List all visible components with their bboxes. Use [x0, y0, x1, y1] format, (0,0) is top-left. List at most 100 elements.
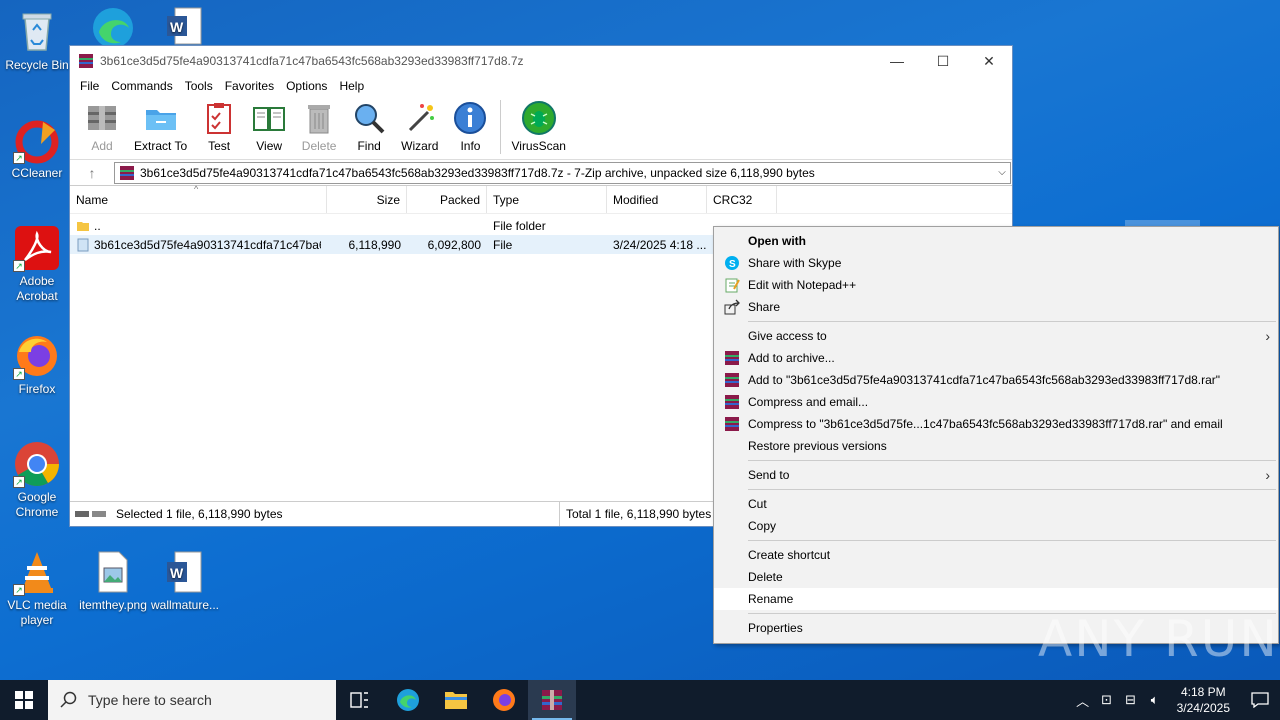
context-menu: Open with S Share with Skype Edit with N…: [713, 226, 1279, 644]
menu-item-share-skype[interactable]: S Share with Skype: [714, 252, 1278, 274]
menu-item-share[interactable]: Share: [714, 296, 1278, 318]
menu-item-compress-rar-email[interactable]: Compress to "3b61ce3d5d75fe...1c47ba6543…: [714, 413, 1278, 435]
menu-separator: [748, 460, 1276, 461]
virus-scan-icon: [521, 101, 556, 135]
archive-icon: [120, 165, 134, 180]
acrobat-icon: ↗: [13, 224, 61, 272]
desktop-icon-google-chrome[interactable]: ↗ Google Chrome: [0, 440, 74, 520]
column-packed[interactable]: Packed: [407, 186, 487, 213]
taskbar-search[interactable]: Type here to search: [48, 680, 336, 720]
menu-item-add-to-rar[interactable]: Add to "3b61ce3d5d75fe4a90313741cdfa71c4…: [714, 369, 1278, 391]
desktop-icon-label: CCleaner: [11, 166, 63, 180]
notifications-button[interactable]: [1240, 692, 1280, 708]
title-bar[interactable]: 3b61ce3d5d75fe4a90313741cdfa71c47ba6543f…: [70, 46, 1012, 76]
extract-to-button[interactable]: Extract To: [134, 96, 187, 153]
menu-commands[interactable]: Commands: [105, 79, 178, 93]
info-button[interactable]: Info: [452, 96, 488, 153]
menu-item-cut[interactable]: Cut: [714, 493, 1278, 515]
task-view-button[interactable]: [336, 680, 384, 720]
column-type[interactable]: Type: [487, 186, 607, 213]
path-text: 3b61ce3d5d75fe4a90313741cdfa71c47ba6543f…: [140, 165, 815, 180]
watermark: ANY RUN: [1038, 610, 1279, 668]
desktop-icon-itemthey-png[interactable]: itemthey.png: [76, 548, 150, 613]
device-icon[interactable]: ⊡: [1095, 692, 1119, 708]
minimize-button[interactable]: —: [874, 46, 920, 76]
desktop-icon-vlc[interactable]: ↗ VLC media player: [0, 548, 74, 628]
column-size[interactable]: Size: [327, 186, 407, 213]
menu-item-give-access[interactable]: Give access to ›: [714, 325, 1278, 347]
magnifier-icon: [355, 104, 385, 134]
taskbar-edge[interactable]: [384, 680, 432, 720]
up-arrow-icon[interactable]: ↑: [70, 165, 114, 181]
wizard-button[interactable]: Wizard: [401, 96, 438, 153]
folder-icon: [77, 221, 89, 231]
address-bar: ↑ 3b61ce3d5d75fe4a90313741cdfa71c47ba654…: [70, 160, 1012, 186]
column-modified[interactable]: Modified: [607, 186, 707, 213]
menu-item-delete[interactable]: Delete: [714, 566, 1278, 588]
image-file-icon: [89, 548, 137, 596]
virusscan-button[interactable]: VirusScan: [511, 96, 566, 153]
word-doc-icon: W: [161, 548, 209, 596]
add-button[interactable]: Add: [84, 96, 120, 153]
column-name[interactable]: Name: [70, 186, 327, 213]
menu-item-rename[interactable]: Rename: [714, 588, 1278, 610]
chevron-right-icon: ›: [1265, 328, 1270, 344]
menu-bar: File Commands Tools Favorites Options He…: [70, 76, 1012, 96]
taskbar-file-explorer[interactable]: [432, 680, 480, 720]
chevron-down-icon[interactable]: ⌵: [994, 167, 1010, 178]
menu-separator: [748, 540, 1276, 541]
menu-help[interactable]: Help: [333, 79, 370, 93]
clock-time: 4:18 PM: [1180, 685, 1226, 699]
menu-item-restore-versions[interactable]: Restore previous versions: [714, 435, 1278, 457]
system-tray: ︿ ⊡ ⊟ 🔈︎ 4:18 PM 3/24/2025: [1071, 680, 1280, 720]
chevron-up-icon[interactable]: ︿: [1071, 691, 1095, 710]
delete-button[interactable]: Delete: [301, 96, 337, 153]
volume-icon[interactable]: 🔈︎: [1143, 692, 1167, 708]
taskbar-firefox[interactable]: [480, 680, 528, 720]
find-button[interactable]: Find: [351, 96, 387, 153]
close-button[interactable]: ✕: [966, 46, 1012, 76]
desktop-icon-recycle-bin[interactable]: Recycle Bin: [0, 8, 74, 73]
menu-separator: [748, 489, 1276, 490]
svg-text:S: S: [729, 259, 736, 270]
file-list-header: ^ Name Size Packed Type Modified CRC32: [70, 184, 1012, 214]
test-button[interactable]: Test: [201, 96, 237, 153]
desktop-icon-ccleaner[interactable]: ↗ CCleaner: [0, 116, 74, 181]
menu-item-copy[interactable]: Copy: [714, 515, 1278, 537]
clock[interactable]: 4:18 PM 3/24/2025: [1167, 684, 1240, 716]
windows-logo-icon: [15, 691, 33, 709]
menu-options[interactable]: Options: [280, 79, 333, 93]
menu-favorites[interactable]: Favorites: [219, 79, 280, 93]
menu-item-send-to[interactable]: Send to ›: [714, 464, 1278, 486]
taskbar-winrar[interactable]: [528, 680, 576, 720]
menu-item-create-shortcut[interactable]: Create shortcut: [714, 544, 1278, 566]
view-button[interactable]: View: [251, 96, 287, 153]
skype-icon: S: [725, 256, 739, 270]
menu-tools[interactable]: Tools: [179, 79, 219, 93]
taskbar: Type here to search ︿ ⊡ ⊟ 🔈︎ 4:18 PM 3/2…: [0, 680, 1280, 720]
menu-file[interactable]: File: [74, 79, 105, 93]
notepad-plus-icon: [725, 278, 740, 293]
desktop-icon-firefox[interactable]: ↗ Firefox: [0, 332, 74, 397]
desktop-icon-wallmature[interactable]: W wallmature...: [148, 548, 222, 613]
desktop-icon-label: Adobe Acrobat: [16, 274, 58, 303]
menu-item-add-archive[interactable]: Add to archive...: [714, 347, 1278, 369]
wand-icon: [408, 104, 434, 132]
menu-item-compress-email[interactable]: Compress and email...: [714, 391, 1278, 413]
start-button[interactable]: [0, 680, 48, 720]
maximize-button[interactable]: ☐: [920, 46, 966, 76]
extract-folder-icon: [145, 110, 176, 130]
ccleaner-icon: ↗: [13, 116, 61, 164]
path-field[interactable]: 3b61ce3d5d75fe4a90313741cdfa71c47ba6543f…: [114, 161, 1011, 184]
toolbar-separator: [500, 100, 502, 154]
add-archive-icon: [88, 106, 116, 130]
info-icon: [454, 102, 487, 134]
desktop-icon-adobe-acrobat[interactable]: ↗ Adobe Acrobat: [0, 224, 74, 304]
column-crc32[interactable]: CRC32: [707, 186, 777, 213]
chrome-icon: ↗: [13, 440, 61, 488]
menu-item-open-with[interactable]: Open with: [714, 230, 1278, 252]
network-icon[interactable]: ⊟: [1119, 692, 1143, 708]
menu-item-edit-notepad[interactable]: Edit with Notepad++: [714, 274, 1278, 296]
chevron-right-icon: ›: [1265, 467, 1270, 483]
desktop-icon-label: wallmature...: [150, 598, 220, 612]
